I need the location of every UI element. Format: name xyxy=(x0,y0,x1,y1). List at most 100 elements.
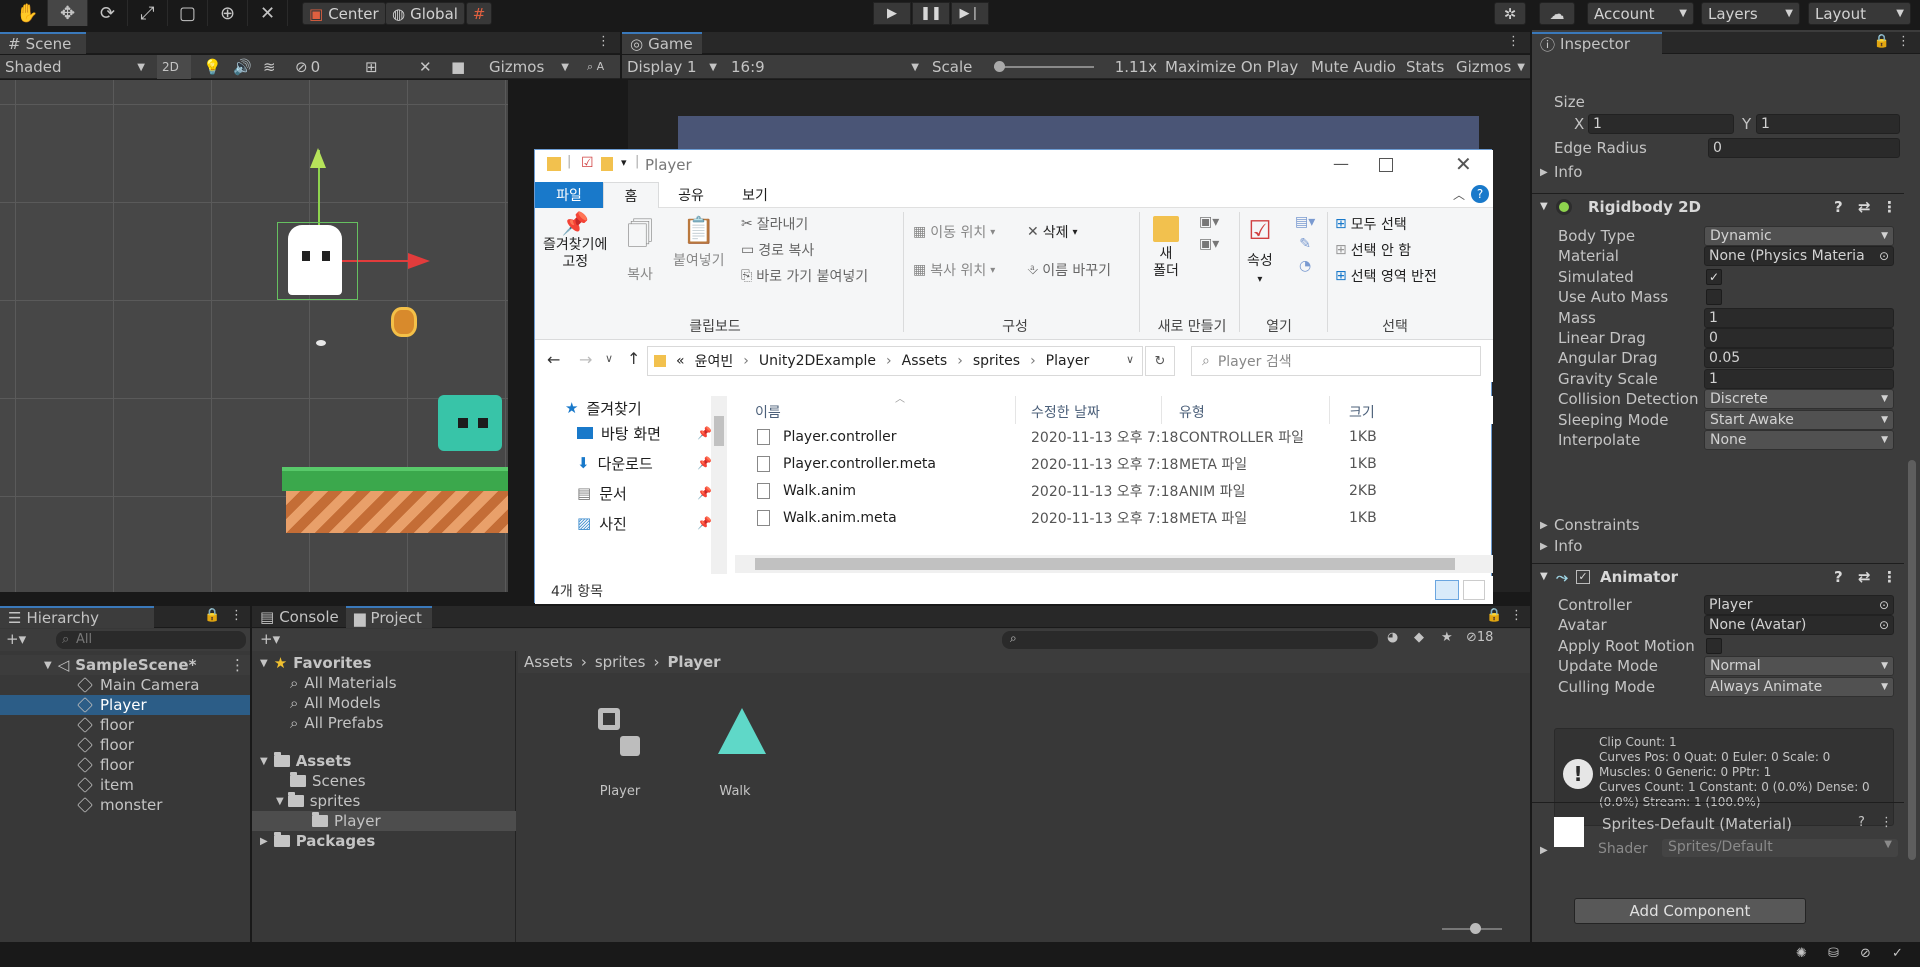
asset-player-controller[interactable]: Player xyxy=(590,708,660,799)
close-icon[interactable]: ✕ xyxy=(1455,152,1472,176)
custom-tool-icon[interactable]: ✕ xyxy=(248,0,288,26)
hand-tool-icon[interactable]: ✋ xyxy=(8,0,48,26)
paste-shortcut-button[interactable]: ⎘ 바로 가기 붙여넣기 xyxy=(741,266,868,286)
more-icon[interactable]: ⋮ xyxy=(1882,568,1897,586)
address-bar[interactable]: « 윤여빈 › Unity2DExample › Assets › sprites › … xyxy=(647,346,1143,376)
copy-to-button[interactable]: ▦ 복사 위치 ▾ xyxy=(913,260,995,280)
size-y-field[interactable]: 1 xyxy=(1756,114,1900,134)
paste-button[interactable]: 📋 붙여넣기 xyxy=(673,216,725,270)
hierarchy-search-input[interactable]: ⌕ All xyxy=(56,631,246,649)
field-dropdown[interactable]: Dynamic ▼ xyxy=(1704,226,1894,246)
rigidbody-info-foldout[interactable]: ▶ Info xyxy=(1532,534,1904,558)
breadcrumb-item[interactable]: Player xyxy=(667,653,720,671)
light-icon[interactable]: 💡 xyxy=(198,55,227,79)
hscroll-thumb[interactable] xyxy=(755,558,1455,570)
monster-sprite[interactable] xyxy=(438,395,502,451)
field-checkbox[interactable] xyxy=(1706,289,1722,306)
number-field[interactable]: 0 xyxy=(1704,328,1894,348)
edge-radius-field[interactable]: 0 xyxy=(1708,138,1900,158)
minimize-icon[interactable]: — xyxy=(1333,154,1349,173)
step-button[interactable]: ▶❘ xyxy=(951,2,989,25)
breadcrumb-item[interactable]: sprites xyxy=(595,653,646,671)
game-gizmos-dropdown[interactable]: Gizmos ▼ xyxy=(1451,55,1529,79)
size-x-field[interactable]: 1 xyxy=(1588,114,1734,134)
column-name[interactable]: 이름 xyxy=(755,402,781,422)
back-icon[interactable]: ← xyxy=(547,350,560,369)
ribbon-tab-file[interactable]: 파일 xyxy=(535,182,603,208)
tools-icon[interactable]: ✕ xyxy=(414,55,437,79)
tab-game[interactable]: ◎ Game xyxy=(622,32,702,54)
fav-item[interactable]: ⌕ All Materials xyxy=(290,673,397,693)
hierarchy-item[interactable]: floor xyxy=(0,755,250,775)
cut-button[interactable]: ✂ 잘라내기 xyxy=(741,214,808,234)
explorer-search-input[interactable]: ⌕ Player 검색 xyxy=(1191,346,1481,376)
chevron-up-icon[interactable]: ︿ xyxy=(1453,186,1465,203)
folder-row-selected[interactable]: Player xyxy=(252,811,516,831)
help-icon[interactable]: ? xyxy=(1834,198,1843,216)
new-item-buttons[interactable]: ▣▾ ▣▾ xyxy=(1199,214,1219,252)
delete-button[interactable]: ✕ 삭제 ▾ xyxy=(1027,222,1078,242)
tab-project[interactable]: ▆ Project xyxy=(346,606,432,628)
gizmos-dropdown[interactable]: Gizmos ▼ xyxy=(484,55,574,79)
field-checkbox[interactable] xyxy=(1706,637,1722,654)
shader-dropdown[interactable]: Sprites/Default ▼ xyxy=(1662,839,1898,857)
tab-console[interactable]: ▤ Console xyxy=(252,606,346,628)
collab-button[interactable]: ☁ xyxy=(1539,2,1575,25)
coin-item-sprite[interactable] xyxy=(391,307,417,337)
packages-row[interactable]: ▶ Packages xyxy=(260,831,375,851)
more-icon[interactable]: ⋮ xyxy=(1880,815,1893,830)
shading-dropdown[interactable]: Shaded ▼ xyxy=(0,55,150,79)
nav-downloads[interactable]: ⬇ 다운로드 xyxy=(577,451,653,475)
properties-quick-icon[interactable]: ☑ xyxy=(581,155,594,171)
hierarchy-item[interactable]: Main Camera xyxy=(0,675,250,695)
tab-hierarchy[interactable]: ☰ Hierarchy xyxy=(0,606,154,628)
animator-header[interactable]: ▼ ⤳ ✓ Animator ? ⇄ ⋮ xyxy=(1532,563,1904,589)
scale-tool-icon[interactable]: ⤢ xyxy=(128,0,168,26)
scene-root-row[interactable]: ▼ ◁ SampleScene* ⋮ xyxy=(0,655,250,675)
preset-icon[interactable]: ⇄ xyxy=(1858,198,1871,216)
more-icon[interactable]: ⋮ xyxy=(597,34,610,49)
nav-scroll-thumb[interactable] xyxy=(714,416,724,446)
path-segment[interactable]: Assets xyxy=(902,353,948,369)
path-segment[interactable]: Player xyxy=(1046,353,1090,369)
zoom-slider[interactable] xyxy=(1442,923,1502,934)
copy-button[interactable]: 🗍 복사 xyxy=(627,216,653,284)
mute-audio-toggle[interactable]: Mute Audio xyxy=(1306,55,1402,79)
inspector-scrollbar[interactable] xyxy=(1908,460,1916,860)
aspect-dropdown[interactable]: 16:9 ▼ xyxy=(726,55,924,79)
object-field[interactable]: None (Physics Materia ⊙ xyxy=(1704,246,1894,267)
hierarchy-item[interactable]: floor xyxy=(0,715,250,735)
column-size[interactable]: 크기 xyxy=(1349,402,1375,422)
path-segment[interactable]: Unity2DExample xyxy=(759,353,876,369)
path-segment[interactable]: sprites xyxy=(973,353,1020,369)
object-picker-icon[interactable]: ⊙ xyxy=(1879,618,1889,632)
snap-toggle[interactable]: # xyxy=(466,2,492,25)
add-component-button[interactable]: Add Component xyxy=(1574,898,1806,924)
address-dropdown-icon[interactable]: ∨ xyxy=(1126,353,1134,366)
rotate-tool-icon[interactable]: ⟳ xyxy=(88,0,128,26)
x-arrow-icon[interactable] xyxy=(408,253,430,269)
properties-button[interactable]: ☑ 속성 ▾ xyxy=(1247,216,1273,285)
nav-pictures[interactable]: ▨ 사진 xyxy=(577,511,627,535)
number-field[interactable]: 1 xyxy=(1704,368,1894,389)
column-date[interactable]: 수정한 날짜 xyxy=(1031,402,1100,422)
space-toggle[interactable]: ◍ Global xyxy=(385,2,465,25)
nav-desktop[interactable]: 바탕 화면 xyxy=(577,421,661,445)
select-none-button[interactable]: ⊞ 선택 안 함 xyxy=(1335,240,1411,260)
hierarchy-item[interactable]: floor xyxy=(0,735,250,755)
more-icon[interactable]: ⋮ xyxy=(230,656,245,674)
forward-icon[interactable]: → xyxy=(579,350,592,369)
object-field[interactable]: Player ⊙ xyxy=(1704,595,1894,615)
maximize-icon[interactable] xyxy=(1379,158,1393,172)
copy-path-button[interactable]: ▭ 경로 복사 xyxy=(741,240,814,260)
asset-walk-anim[interactable]: Walk xyxy=(702,708,772,799)
field-dropdown[interactable]: Discrete ▼ xyxy=(1704,389,1894,410)
file-row[interactable]: Player.controller.meta 2020-11-13 오후 7:18… xyxy=(735,453,1473,475)
filter-type-icon[interactable]: ◕ xyxy=(1387,630,1398,645)
details-view-icon[interactable] xyxy=(1435,580,1459,600)
add-icon[interactable]: +▾ xyxy=(6,630,26,648)
path-segment[interactable]: 윤여빈 xyxy=(695,351,734,371)
collider-info-foldout[interactable]: ▶ Info xyxy=(1532,160,1904,184)
play-button[interactable]: ▶ xyxy=(873,2,911,25)
fav-item[interactable]: ⌕ All Prefabs xyxy=(290,713,383,733)
